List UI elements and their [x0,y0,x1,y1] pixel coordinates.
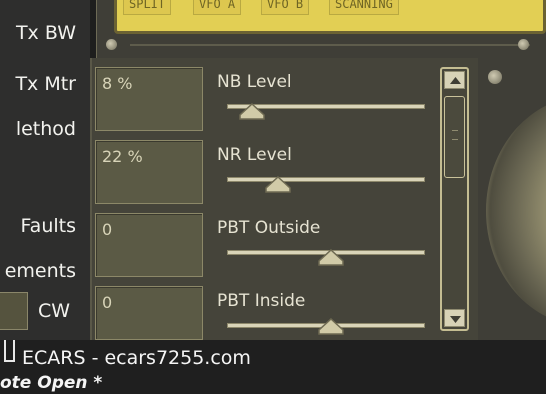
nb-level-value-box[interactable]: 8 % [95,67,203,131]
pbt-inside-label: PBT Inside [217,291,306,311]
pbt-outside-slider-thumb[interactable] [317,249,345,267]
screw-icon [518,39,529,50]
label-method: lethod [15,118,76,140]
nr-level-slider-track[interactable] [227,177,425,182]
pbt-inside-value: 0 [102,293,113,312]
nb-level-label: NB Level [217,72,292,92]
screw-icon [106,39,117,50]
nr-level-label: NR Level [217,145,292,165]
scanning-button[interactable]: SCANNING [329,0,399,15]
label-elements: ements [4,260,76,282]
nr-level-slider-thumb[interactable] [264,176,292,194]
triangle-down-icon [450,316,461,323]
tuning-knob-area [478,58,546,340]
split-button[interactable]: SPLIT [123,0,172,15]
nb-level-slider-thumb[interactable] [238,103,266,121]
cw-mode-box[interactable] [0,292,28,330]
vfo-display: SPLIT VFO A VFO B SCANNING [114,0,546,34]
pbt-outside-value: 0 [102,220,113,239]
tuning-knob[interactable] [486,96,546,326]
top-rail [130,44,530,46]
status-text: ote Open * [0,373,103,393]
nr-level-value-box[interactable]: 22 % [95,140,203,204]
pbt-inside-value-box[interactable]: 0 [95,286,203,340]
screw-icon [488,70,502,84]
window-checkbox-icon[interactable] [4,340,15,362]
nr-level-value: 22 % [102,147,143,166]
nb-level-value: 8 % [102,74,133,93]
pbt-outside-value-box[interactable]: 0 [95,213,203,277]
app-title: ECARS - ecars7255.com [22,347,251,369]
label-faults: Faults [20,215,77,237]
label-tx-bw: Tx BW [15,22,76,44]
left-label-column: Tx BW Tx Mtr lethod Faults ements CW [0,0,90,340]
pbt-outside-label: PBT Outside [217,218,321,238]
scroll-up-button[interactable] [444,71,465,89]
vfo-a-button[interactable]: VFO A [193,0,242,15]
scroll-down-button[interactable] [444,309,465,327]
panel-scrollbar[interactable] [440,67,469,331]
vfo-b-button[interactable]: VFO B [261,0,310,15]
triangle-up-icon [450,77,461,84]
label-tx-mtr: Tx Mtr [15,73,76,95]
scrollbar-thumb[interactable] [444,96,465,178]
grip-icon [452,130,458,140]
pbt-inside-slider-thumb[interactable] [317,318,345,336]
label-cw: CW [38,300,71,322]
